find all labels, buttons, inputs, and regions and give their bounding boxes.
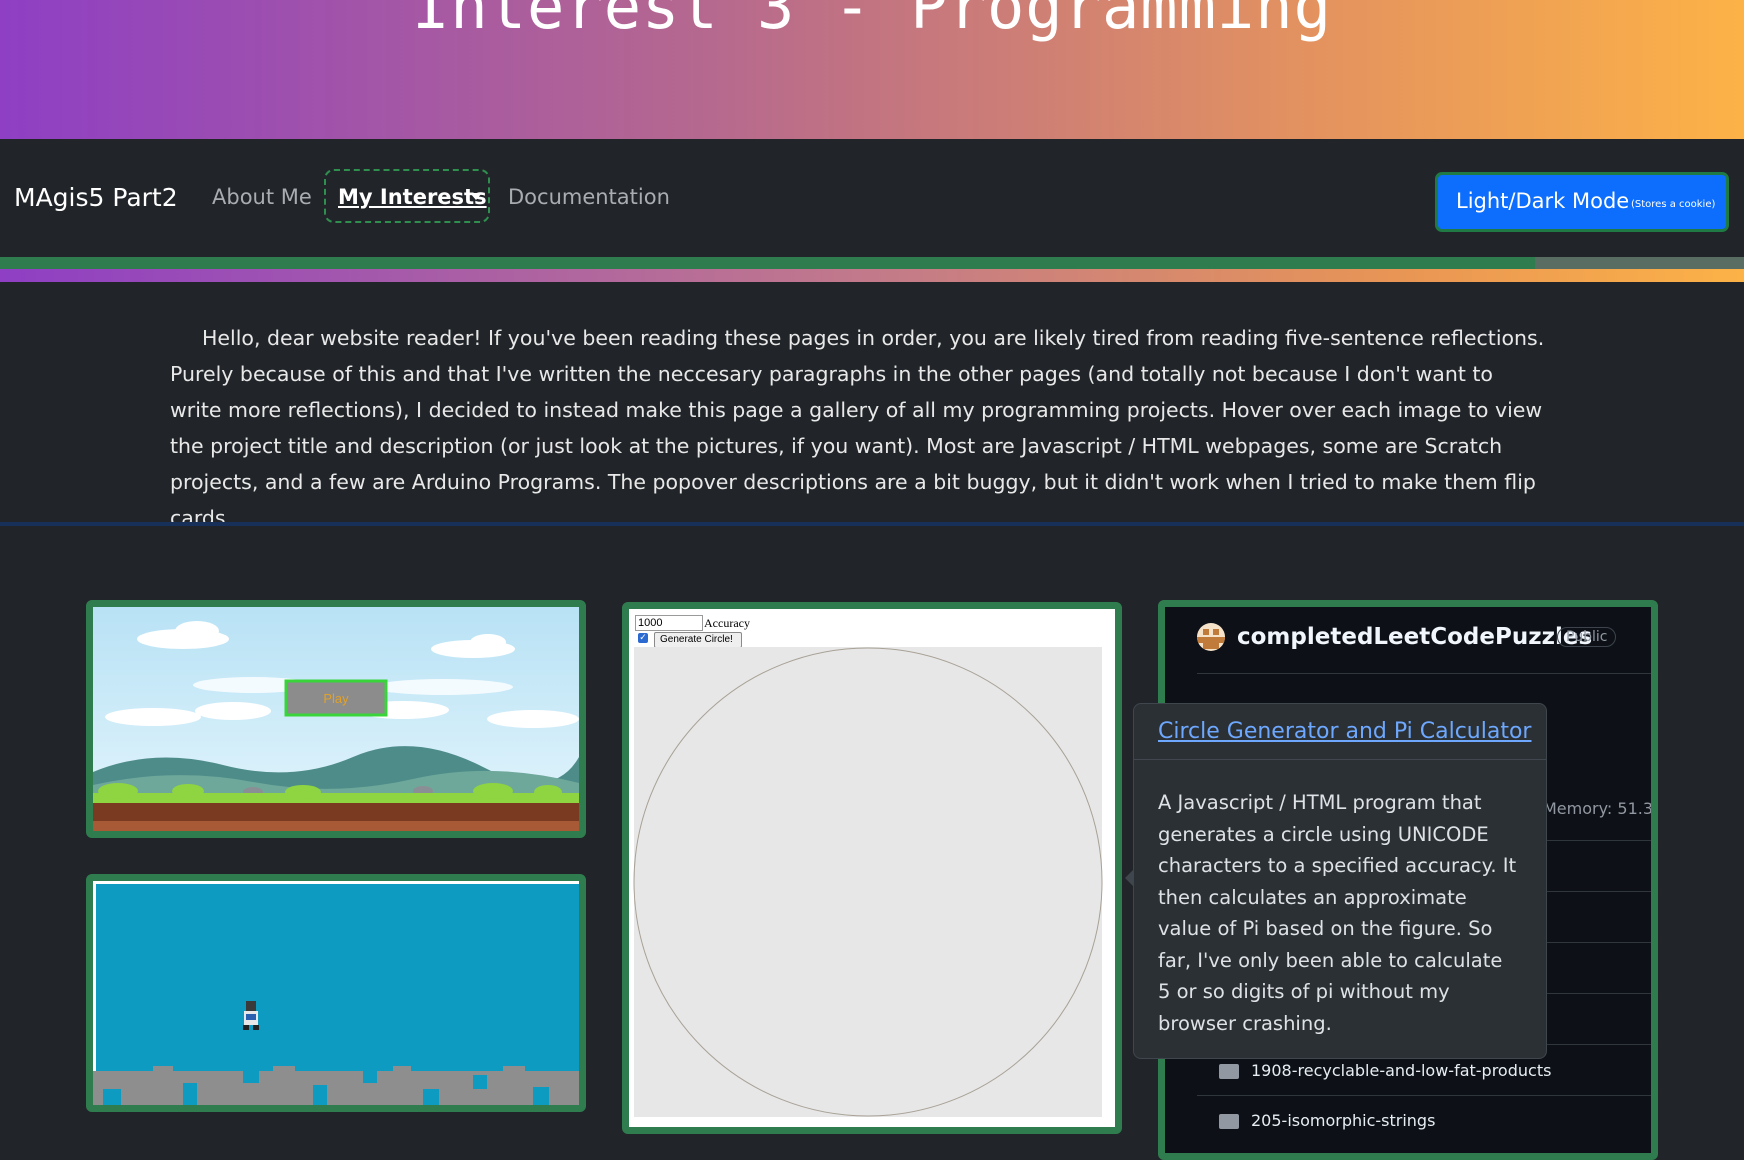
repo-memory-text: Memory: 51.3 M: [1543, 799, 1654, 818]
accuracy-input[interactable]: 1000: [635, 615, 703, 631]
project-card-circle-generator[interactable]: 1000 Accuracy ✓ Generate Circle!: [622, 602, 1122, 1134]
platformer-screenshot: Play: [93, 607, 579, 831]
folder-name: 1908-recyclable-and-low-fat-products: [1251, 1061, 1552, 1080]
project-card-sprite-game[interactable]: [86, 874, 586, 1112]
light-dark-mode-button[interactable]: Light/Dark Mode (Stores a cookie): [1435, 172, 1729, 232]
intro-paragraph: Hello, dear website reader! If you've be…: [170, 326, 1545, 530]
play-button-label: Play: [323, 691, 349, 706]
project-card-platformer[interactable]: Play: [86, 600, 586, 838]
repo-visibility-badge: Public: [1557, 627, 1617, 647]
nav-my-interests-label: My Interests: [338, 185, 487, 209]
mode-button-note: (Stores a cookie): [1631, 199, 1716, 210]
nav-my-interests-dropdown[interactable]: My Interests: [324, 169, 490, 223]
unicode-circle-output: [633, 647, 1103, 1117]
header-banner: Interest 3 - Programming: [0, 0, 1744, 139]
navbar: MAgis5 Part2 About Me My Interests Docum…: [0, 139, 1744, 257]
popover-header: Circle Generator and Pi Calculator: [1134, 704, 1546, 760]
folder-icon: [1219, 1114, 1239, 1129]
popover-description: A Javascript / HTML program that generat…: [1158, 791, 1517, 1035]
folder-icon: [1219, 1064, 1239, 1079]
repo-name[interactable]: completedLeetCodePuzzles: [1237, 624, 1592, 650]
mode-button-label: Light/Dark Mode: [1456, 189, 1630, 213]
repo-avatar: [1197, 623, 1225, 651]
auto-checkbox[interactable]: ✓: [638, 633, 648, 643]
folder-row[interactable]: 1908-recyclable-and-low-fat-products: [1197, 1060, 1651, 1086]
accuracy-label: Accuracy: [704, 616, 750, 630]
navbar-brand[interactable]: MAgis5 Part2: [14, 183, 178, 212]
gradient-divider: [0, 269, 1744, 282]
sprite-game-screenshot: [93, 881, 579, 1105]
popover-title-link[interactable]: Circle Generator and Pi Calculator: [1158, 719, 1531, 744]
popover-arrow: [1125, 869, 1134, 887]
nav-about-me[interactable]: About Me: [212, 185, 312, 209]
generate-circle-button[interactable]: Generate Circle!: [654, 632, 742, 648]
repo-header-divider: [1197, 673, 1651, 674]
generate-circle-label: Generate Circle!: [660, 634, 733, 645]
nav-underline-grey: [1535, 257, 1744, 269]
caret-down-icon: [470, 193, 482, 200]
folder-row[interactable]: 205-isomorphic-strings: [1197, 1110, 1651, 1136]
nav-documentation[interactable]: Documentation: [508, 185, 670, 209]
project-popover: Circle Generator and Pi Calculator A Jav…: [1125, 703, 1547, 1059]
nav-underline-green: [0, 257, 1535, 269]
section-divider: [0, 522, 1744, 526]
page-title: Interest 3 - Programming: [412, 0, 1332, 43]
folder-name: 205-isomorphic-strings: [1251, 1111, 1436, 1130]
